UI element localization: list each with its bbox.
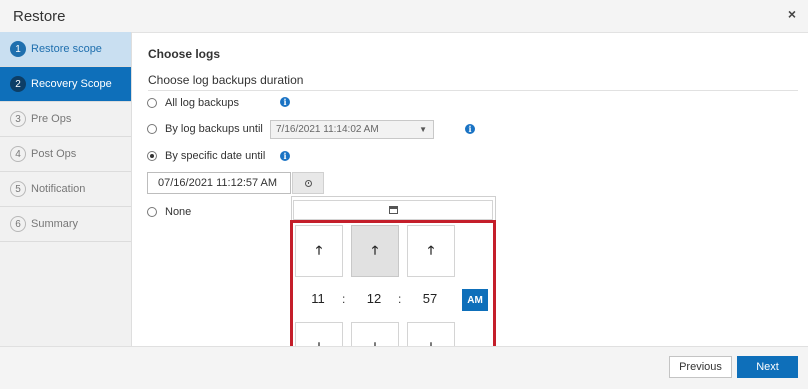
step-number: 2 [10, 76, 26, 92]
time-picker-toggle-button[interactable] [292, 172, 324, 194]
step-number: 6 [10, 216, 26, 232]
none-radio[interactable] [147, 207, 157, 217]
option-none[interactable]: None [147, 206, 191, 218]
step-label: Restore scope [31, 43, 102, 55]
info-icon[interactable]: i [280, 151, 290, 161]
step-label: Pre Ops [31, 113, 72, 125]
step-recovery-scope[interactable]: 2 Recovery Scope [0, 67, 131, 102]
close-icon[interactable]: × [788, 6, 796, 22]
step-summary[interactable]: 6 Summary [0, 207, 131, 242]
option-by-log-backups-until[interactable]: By log backups until [147, 123, 263, 135]
section-subheading: Choose log backups duration [148, 73, 798, 91]
step-label: Recovery Scope [31, 78, 112, 90]
step-label: Summary [31, 218, 79, 230]
section-heading: Choose logs [148, 47, 221, 61]
option-label: By specific date until [165, 150, 266, 162]
step-number: 4 [10, 146, 26, 162]
log-backup-select[interactable]: 7/16/2021 11:14:02 AM ▼ [270, 120, 434, 139]
dialog-title: Restore [13, 8, 66, 25]
option-by-specific-date-until[interactable]: By specific date until [147, 150, 265, 162]
select-value: 7/16/2021 11:14:02 AM [276, 124, 379, 135]
option-all-log-backups[interactable]: All log backups [147, 97, 239, 109]
calendar-icon [388, 206, 398, 214]
step-number: 5 [10, 181, 26, 197]
specific-date-input[interactable]: 07/16/2021 11:12:57 AM [147, 172, 291, 194]
step-label: Notification [31, 183, 86, 195]
option-label: All log backups [165, 97, 239, 109]
next-button[interactable]: Next [737, 356, 798, 378]
by-specific-date-until-radio[interactable] [147, 151, 157, 161]
step-restore-scope[interactable]: 1 Restore scope [0, 32, 131, 67]
info-icon[interactable]: i [465, 124, 475, 134]
step-number: 1 [10, 41, 26, 57]
step-notification[interactable]: 5 Notification [0, 172, 131, 207]
step-post-ops[interactable]: 4 Post Ops [0, 137, 131, 172]
by-log-backups-until-radio[interactable] [147, 124, 157, 134]
all-log-backups-radio[interactable] [147, 98, 157, 108]
option-label: By log backups until [165, 123, 263, 135]
info-icon[interactable]: i [280, 97, 290, 107]
chevron-down-icon: ▼ [419, 125, 427, 134]
wizard-steps-sidebar: 1 Restore scope 2 Recovery Scope 3 Pre O… [0, 32, 132, 346]
clock-icon [304, 179, 312, 187]
step-label: Post Ops [31, 148, 77, 160]
step-pre-ops[interactable]: 3 Pre Ops [0, 102, 131, 137]
step-number: 3 [10, 111, 26, 127]
option-label: None [165, 206, 192, 218]
previous-button[interactable]: Previous [669, 356, 732, 378]
dialog-titlebar: Restore × [0, 0, 808, 33]
switch-to-calendar-button[interactable] [293, 200, 493, 220]
